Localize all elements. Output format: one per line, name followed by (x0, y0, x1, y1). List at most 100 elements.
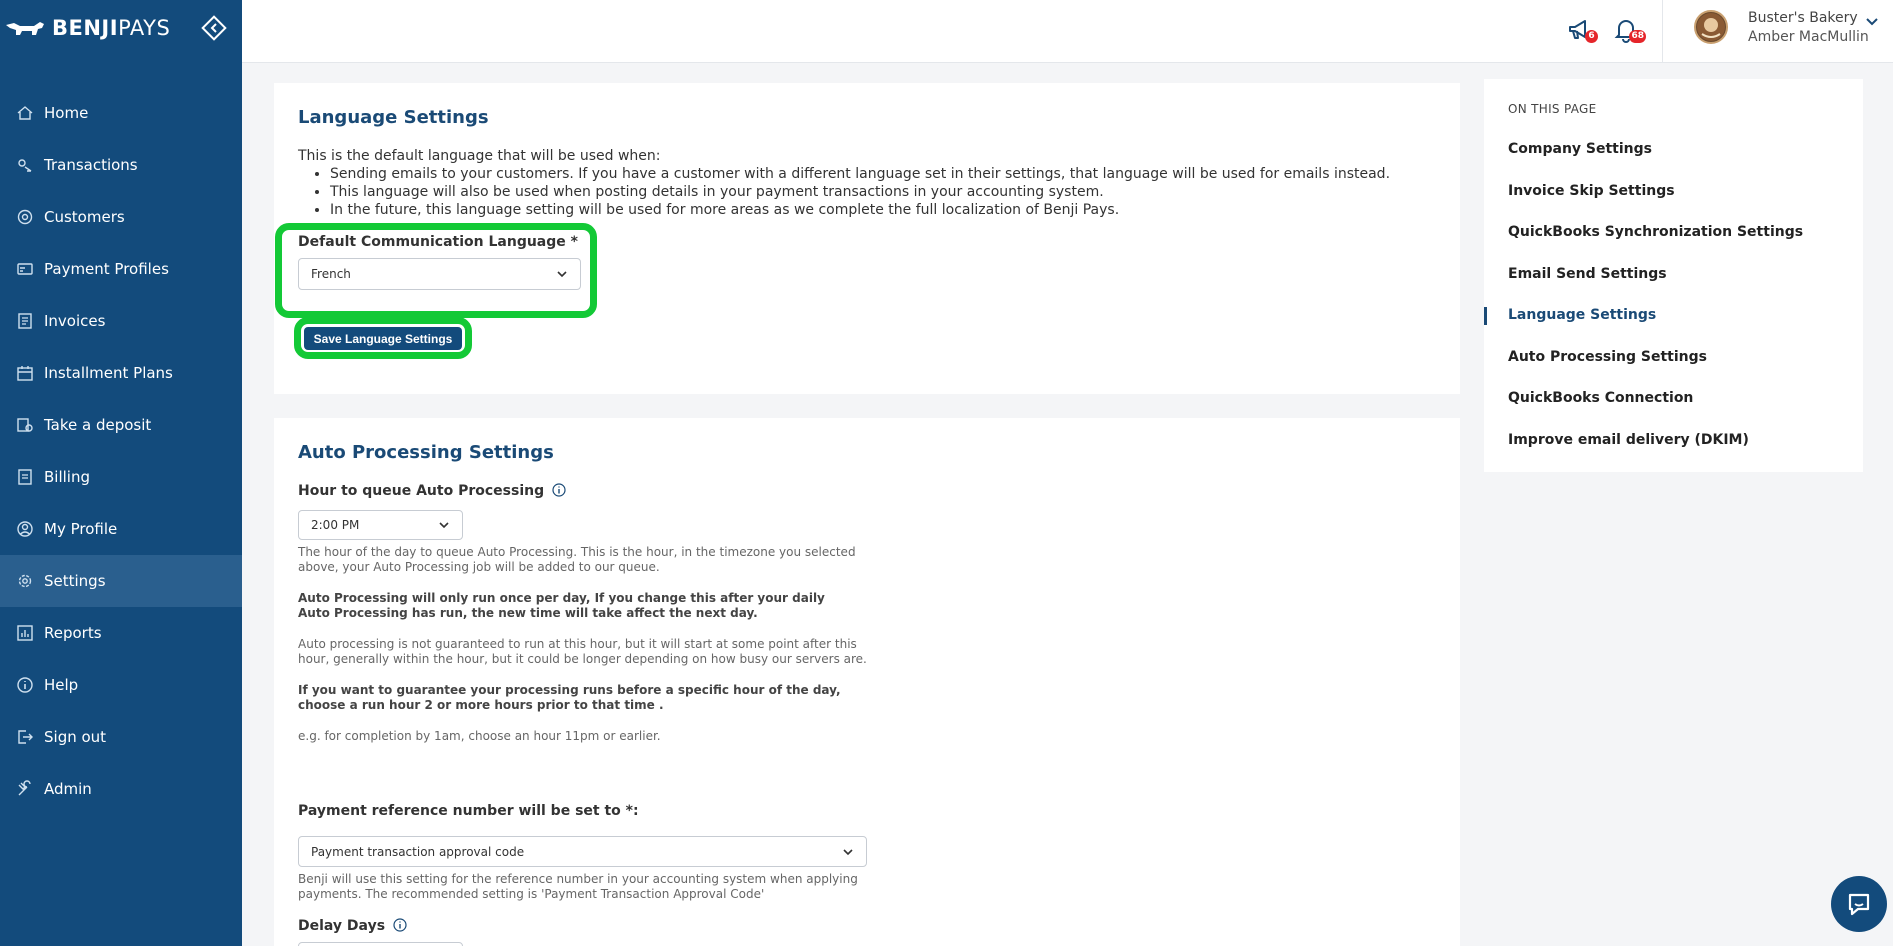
delay-days-label: Delay Days (298, 918, 407, 934)
toc-link-company-settings[interactable]: Company Settings (1508, 141, 1652, 157)
language-intro: This is the default language that will b… (298, 147, 1390, 219)
toc-link-quickbooks-connection[interactable]: QuickBooks Connection (1508, 390, 1693, 406)
sidebar-item-label: Sign out (44, 728, 107, 746)
sidebar-item-label: My Profile (44, 520, 118, 538)
language-bullet: This language will also be used when pos… (330, 183, 1390, 201)
home-icon (17, 106, 33, 120)
toc-link-email-send-settings[interactable]: Email Send Settings (1508, 266, 1667, 282)
reports-icon (17, 625, 33, 641)
sidebar-item-my-profile[interactable]: My Profile (0, 503, 242, 555)
sidebar-item-admin[interactable]: Admin (0, 763, 242, 815)
hour-value: 2:00 PM (311, 518, 360, 532)
hour-help-once-per-day: Auto Processing will only run once per d… (298, 591, 825, 620)
sidebar-item-invoices[interactable]: Invoices (0, 295, 242, 347)
sidebar-item-label: Transactions (44, 156, 138, 174)
collapse-sidebar-icon[interactable] (201, 15, 227, 41)
toc-link-auto-processing-settings[interactable]: Auto Processing Settings (1508, 349, 1707, 365)
language-intro-text: This is the default language that will b… (298, 148, 661, 164)
sidebar-nav: Home Transactions Customers Payment Prof… (0, 87, 242, 815)
gear-icon (18, 574, 32, 588)
language-bullet: In the future, this language setting wil… (330, 201, 1390, 219)
hour-help-not-guaranteed: Auto processing is not guaranteed to run… (298, 637, 867, 666)
profile-icon (17, 521, 33, 537)
on-this-page-heading: ON THIS PAGE (1508, 102, 1597, 116)
sidebar-item-label: Reports (44, 624, 102, 642)
sidebar-item-label: Installment Plans (44, 364, 173, 382)
delay-days-select[interactable] (298, 942, 463, 946)
announcements-badge: 6 (1585, 30, 1598, 43)
brand-name-light: PAYS (118, 16, 171, 40)
default-language-label: Default Communication Language * (298, 234, 578, 250)
reference-number-value: Payment transaction approval code (311, 844, 525, 859)
sidebar-item-payment-profiles[interactable]: Payment Profiles (0, 243, 242, 295)
company-name: Buster's Bakery (1748, 10, 1858, 26)
sidebar-item-billing[interactable]: Billing (0, 451, 242, 503)
brand-name: BENJIPAYS (52, 16, 170, 40)
language-bullet: Sending emails to your customers. If you… (330, 165, 1390, 183)
toc-link-improve-email-delivery[interactable]: Improve email delivery (DKIM) (1508, 432, 1749, 448)
hour-label: Hour to queue Auto Processing (298, 483, 566, 499)
invoices-icon (18, 313, 32, 329)
language-settings-card: Language Settings This is the default la… (274, 83, 1460, 394)
default-language-select[interactable]: French (298, 258, 581, 290)
hour-help-text: The hour of the day to queue Auto Proces… (298, 545, 856, 574)
sidebar-item-settings[interactable]: Settings (0, 555, 242, 607)
brand-name-bold: BENJI (52, 16, 119, 40)
language-bullets: Sending emails to your customers. If you… (330, 165, 1390, 219)
notifications-button[interactable]: 68 (1612, 14, 1646, 46)
sidebar-item-transactions[interactable]: Transactions (0, 139, 242, 191)
transactions-icon (18, 159, 32, 172)
sidebar: BENJIPAYS Home Transactions Customers Pa… (0, 0, 242, 946)
sidebar-item-home[interactable]: Home (0, 87, 242, 139)
dog-logo-icon (6, 22, 44, 35)
sidebar-item-label: Home (44, 104, 89, 122)
admin-icon (18, 780, 31, 796)
reference-number-label: Payment reference number will be set to … (298, 803, 639, 819)
auto-processing-card: Auto Processing Settings Hour to queue A… (274, 418, 1460, 946)
sidebar-item-sign-out[interactable]: Sign out (0, 711, 242, 763)
sidebar-item-label: Take a deposit (44, 416, 152, 434)
notifications-badge: 68 (1629, 30, 1646, 43)
toc-link-language-settings[interactable]: Language Settings (1508, 307, 1656, 323)
user-name: Amber MacMullin (1748, 29, 1869, 45)
info-icon[interactable] (552, 483, 566, 497)
sidebar-item-label: Payment Profiles (44, 260, 169, 278)
payment-profiles-icon (17, 263, 33, 275)
sign-out-icon (18, 730, 33, 744)
top-bar: 6 68 Buster's Bakery Amber MacMullin (242, 0, 1893, 63)
sidebar-item-label: Billing (44, 468, 90, 486)
chevron-down-icon (557, 271, 567, 278)
hour-help-guarantee: If you want to guarantee your processing… (298, 683, 841, 712)
info-icon[interactable] (393, 918, 407, 932)
bakery-logo-icon (1697, 13, 1725, 41)
delay-days-label-text: Delay Days (298, 918, 386, 934)
toc-active-indicator (1484, 307, 1487, 325)
account-menu[interactable]: Buster's Bakery Amber MacMullin (1748, 9, 1869, 47)
hour-select[interactable]: 2:00 PM (298, 510, 463, 540)
company-avatar[interactable] (1694, 10, 1728, 44)
brand-logo[interactable]: BENJIPAYS (0, 0, 242, 56)
sidebar-item-label: Customers (44, 208, 125, 226)
sidebar-item-help[interactable]: Help (0, 659, 242, 711)
announcements-button[interactable]: 6 (1564, 14, 1598, 46)
chat-button[interactable] (1831, 876, 1887, 932)
chat-icon (1848, 893, 1870, 916)
billing-icon (18, 469, 32, 485)
sidebar-item-reports[interactable]: Reports (0, 607, 242, 659)
toc-link-invoice-skip-settings[interactable]: Invoice Skip Settings (1508, 183, 1675, 199)
help-icon (17, 677, 33, 693)
sidebar-item-label: Help (44, 676, 79, 694)
hour-help-example: e.g. for completion by 1am, choose an ho… (298, 729, 661, 743)
sidebar-item-take-a-deposit[interactable]: Take a deposit (0, 399, 242, 451)
auto-processing-title: Auto Processing Settings (298, 442, 554, 463)
language-settings-title: Language Settings (298, 107, 489, 128)
sidebar-item-installment-plans[interactable]: Installment Plans (0, 347, 242, 399)
sidebar-item-customers[interactable]: Customers (0, 191, 242, 243)
chevron-down-icon[interactable] (1864, 14, 1880, 30)
deposit-icon (17, 418, 33, 432)
calendar-icon (17, 366, 33, 381)
reference-number-select[interactable]: Payment transaction approval code (298, 836, 867, 867)
reference-number-help: Benji will use this setting for the refe… (298, 872, 858, 901)
toc-link-quickbooks-sync-settings[interactable]: QuickBooks Synchronization Settings (1508, 224, 1803, 240)
save-language-settings-button[interactable]: Save Language Settings (304, 327, 462, 350)
